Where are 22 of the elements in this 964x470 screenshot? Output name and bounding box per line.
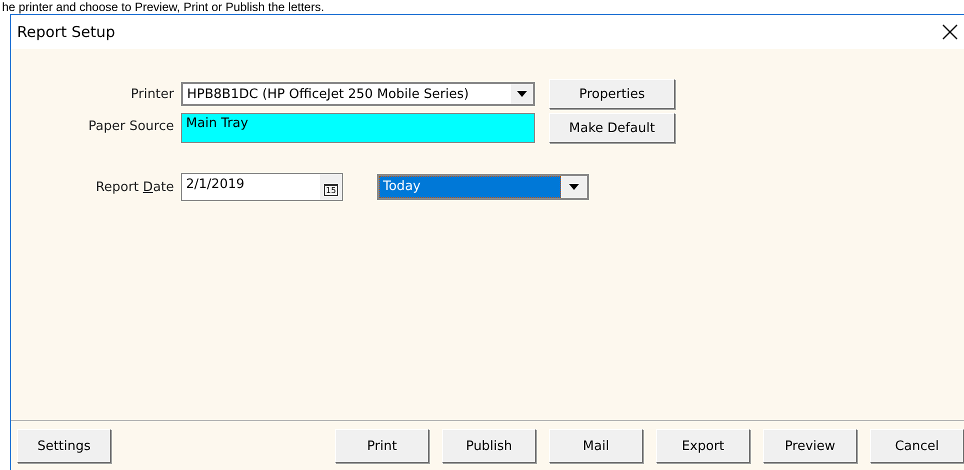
dialog-button[interactable]: Mail [549,429,643,463]
date-field[interactable]: 2/1/2019 15 [181,173,343,201]
dialog-button[interactable]: Export [656,429,750,463]
close-icon[interactable] [942,24,958,40]
dropdown-arrow-icon [569,184,579,190]
make-default-button[interactable]: Make Default [549,113,675,143]
dropdown-arrow-icon [517,91,527,97]
dialog-button[interactable]: Cancel [870,429,964,463]
paper-source-field[interactable]: Main Tray [181,113,535,143]
window-title: Report Setup [17,23,116,41]
field-label: Report Date [94,180,175,194]
calendar-icon[interactable]: 15 [324,184,338,196]
dialog-button[interactable]: Publish [442,429,536,463]
dialog-button[interactable]: Print [335,429,429,463]
printer-dropdown[interactable]: HPB8B1DC (HP OfficeJet 250 Mobile Series) [181,82,535,106]
dialog-button[interactable]: Preview [763,429,857,463]
properties-button[interactable]: Properties [549,79,675,109]
field-label: Printer [130,86,175,102]
dialog-button[interactable]: Settings [17,429,111,463]
date-range-dropdown[interactable]: Today [377,174,589,200]
field-label: Paper Source [87,118,175,134]
caption-text: he printer and choose to Preview, Print or Publish the letters. [1,0,324,14]
